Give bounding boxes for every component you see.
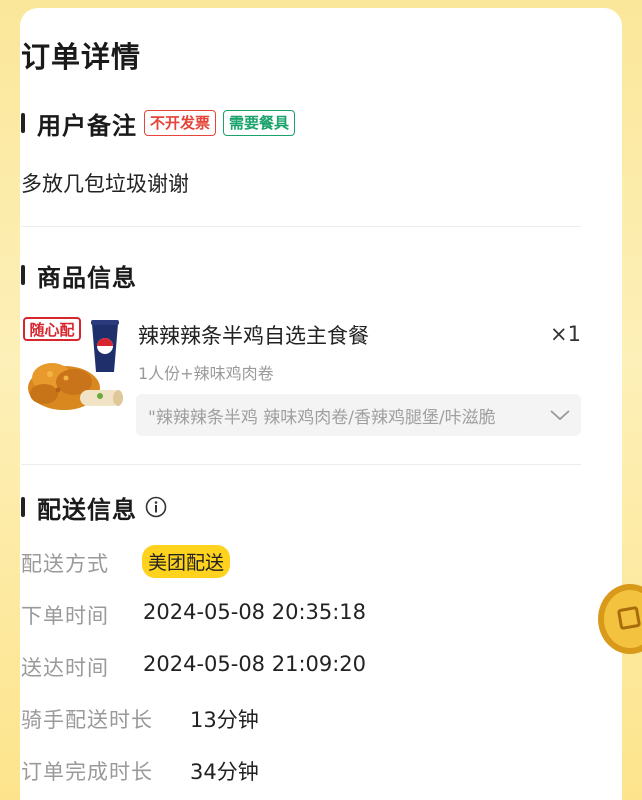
product-image[interactable]: 随心配 xyxy=(22,312,126,416)
delivery-method-label: 配送方式 xyxy=(21,552,109,576)
delivery-title: 配送信息 xyxy=(37,495,137,524)
svg-text:随心配: 随心配 xyxy=(29,321,74,339)
page-title: 订单详情 xyxy=(21,40,142,74)
order-time-value: 2024-05-08 20:35:18 xyxy=(143,600,367,624)
product-quantity: ×1 xyxy=(550,322,581,346)
remarks-title: 用户备注 xyxy=(37,111,137,140)
section-bar xyxy=(21,265,25,285)
completion-duration-label: 订单完成时长 xyxy=(21,760,153,784)
section-bar xyxy=(21,497,25,517)
tag-no-invoice: 不开发票 xyxy=(144,110,217,136)
divider xyxy=(21,226,581,227)
remark-text: 多放几包垃圾谢谢 xyxy=(21,172,189,196)
tag-need-utensils: 需要餐具 xyxy=(223,110,296,136)
product-name[interactable]: 辣辣辣条半鸡自选主食餐 xyxy=(138,320,369,350)
delivered-time-value: 2024-05-08 21:09:20 xyxy=(143,652,367,676)
remarks-section-header: 用户备注 不开发票 需要餐具 xyxy=(21,106,296,140)
products-section-header: 商品信息 xyxy=(21,258,137,292)
order-time-label: 下单时间 xyxy=(21,604,109,628)
product-detail-text: "辣辣辣条半鸡 辣味鸡肉卷/香辣鸡腿堡/咔滋脆 xyxy=(148,407,496,428)
gold-coin-icon[interactable] xyxy=(596,582,642,656)
chevron-down-icon[interactable] xyxy=(549,408,571,422)
product-spec: 1人份+辣味鸡肉卷 xyxy=(138,364,274,383)
completion-duration-value: 34分钟 xyxy=(190,760,259,784)
delivery-method-badge: 美团配送 xyxy=(142,545,231,578)
products-title: 商品信息 xyxy=(37,263,137,292)
product-detail-expander[interactable]: "辣辣辣条半鸡 辣味鸡肉卷/香辣鸡腿堡/咔滋脆 xyxy=(136,394,581,436)
info-icon[interactable] xyxy=(145,496,167,518)
rider-duration-value: 13分钟 xyxy=(190,708,259,732)
section-bar xyxy=(21,113,25,133)
delivery-section-header: 配送信息 xyxy=(21,490,167,524)
delivered-time-label: 送达时间 xyxy=(21,656,109,680)
divider xyxy=(21,464,581,465)
rider-duration-label: 骑手配送时长 xyxy=(21,708,153,732)
